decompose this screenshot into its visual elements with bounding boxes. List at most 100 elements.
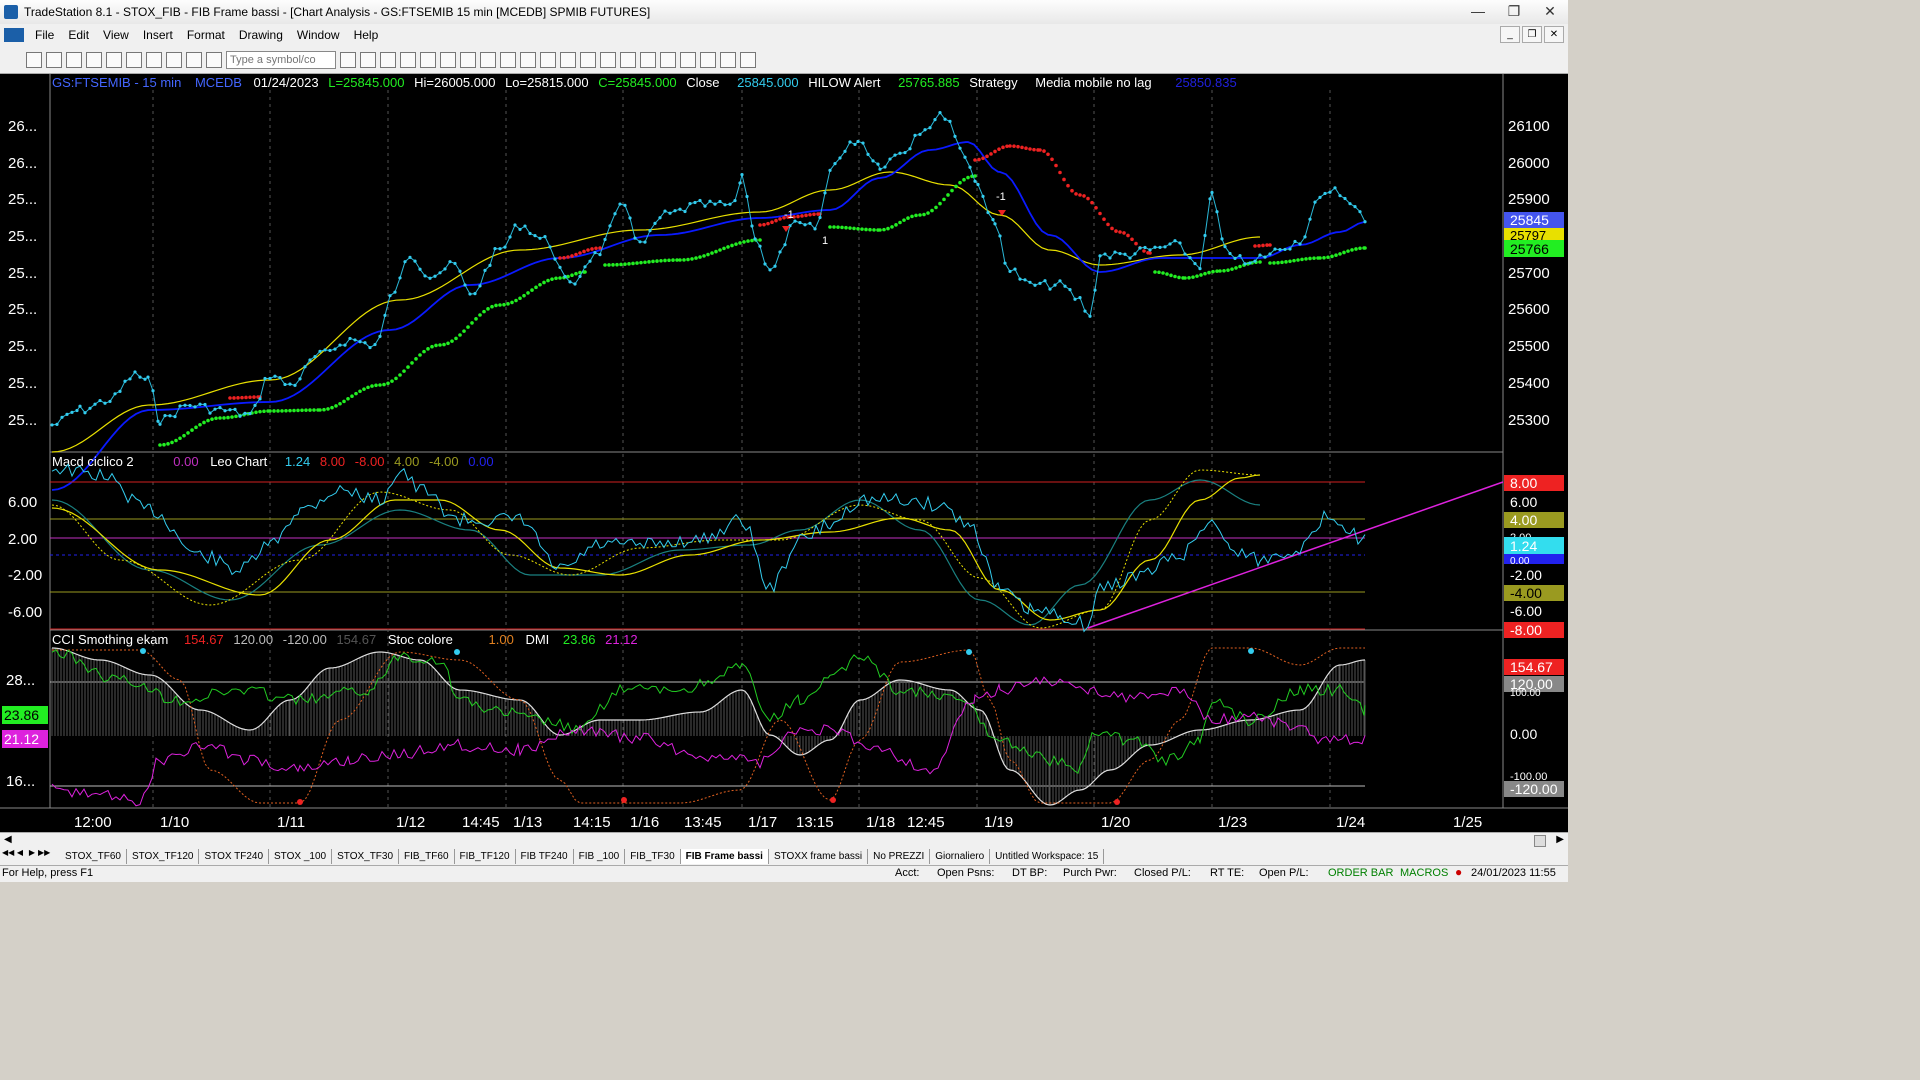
hilow-dot	[1082, 194, 1086, 198]
link-icon[interactable]	[206, 51, 222, 68]
menu-help[interactable]: Help	[347, 28, 386, 42]
fibonacci-icon[interactable]	[620, 51, 636, 68]
cci-tag-f: -120.00	[1510, 781, 1558, 797]
tab-stoxx-frame-bassi[interactable]: STOXX frame bassi	[769, 849, 869, 864]
price-dot	[378, 334, 382, 338]
chart-analysis-window[interactable]: GS:FTSEMIB - 15 min MCEDB 01/24/2023 L=2…	[0, 74, 1568, 832]
pointer-icon[interactable]	[540, 51, 556, 68]
mdi-close-button[interactable]: ✕	[1544, 26, 1564, 43]
maximize-button[interactable]: ❐	[1496, 0, 1532, 22]
price-dot	[813, 227, 817, 231]
rectangle-icon[interactable]	[720, 51, 736, 68]
tab-fib-tf30[interactable]: FIB_TF30	[625, 849, 681, 864]
scroll-thumb[interactable]	[1534, 835, 1546, 847]
horizontal-line-icon[interactable]	[600, 51, 616, 68]
price-dot	[243, 411, 247, 415]
hilow-dot	[1304, 257, 1308, 261]
menu-format[interactable]: Format	[180, 28, 232, 42]
menu-view[interactable]: View	[96, 28, 136, 42]
text-icon[interactable]	[740, 51, 756, 68]
news-icon[interactable]	[460, 51, 476, 68]
zoom-in-icon[interactable]	[500, 51, 516, 68]
menu-edit[interactable]: Edit	[61, 28, 96, 42]
symbol-input[interactable]	[226, 50, 336, 69]
tab-stox-tf240[interactable]: STOX TF240	[199, 849, 270, 864]
leo-red-value: 8.00	[320, 454, 345, 469]
price-dot	[918, 132, 922, 137]
tab-stox-tf120[interactable]: STOX_TF120	[127, 849, 200, 864]
status-order-bar[interactable]: ORDER BAR	[1328, 867, 1393, 879]
tab-fib-100[interactable]: FIB _100	[574, 849, 626, 864]
menu-file[interactable]: File	[28, 28, 61, 42]
new-icon[interactable]	[26, 51, 42, 68]
crosshair-icon[interactable]	[560, 51, 576, 68]
price-dot	[503, 245, 507, 249]
tab-prev-icon[interactable]: ◀	[14, 848, 26, 857]
arrow-down-icon[interactable]	[680, 51, 696, 68]
hilow-dot	[623, 262, 627, 266]
hilow-dot	[502, 302, 506, 307]
paste-icon[interactable]	[106, 51, 122, 68]
format-icon[interactable]	[186, 51, 202, 68]
symbol-lookup-icon[interactable]	[360, 51, 376, 68]
close-button[interactable]: ✕	[1532, 0, 1568, 22]
scroll-right-icon[interactable]: ▶	[1556, 834, 1564, 845]
preview-icon[interactable]	[146, 51, 162, 68]
save-icon[interactable]	[66, 51, 82, 68]
horizontal-scrollbar[interactable]: ◀ ▶	[0, 832, 1568, 848]
radar-icon[interactable]	[400, 51, 416, 68]
tab-giornaliero[interactable]: Giornaliero	[930, 849, 991, 864]
price-dot	[60, 415, 64, 419]
price-dot	[173, 415, 177, 419]
tab-fib-tf240[interactable]: FIB TF240	[516, 849, 574, 864]
hilow-dot	[390, 379, 394, 383]
svg-text:25600: 25600	[1508, 301, 1550, 318]
tab-fib-frame-bassi[interactable]: FIB Frame bassi	[680, 849, 769, 864]
tab-stox-tf30[interactable]: STOX_TF30	[332, 849, 400, 864]
hilow-dot	[1350, 248, 1354, 252]
mdi-restore-button[interactable]: ❐	[1522, 26, 1542, 43]
last-price-tag: 25845	[1510, 212, 1549, 228]
lock-icon[interactable]	[166, 51, 182, 68]
scanner-icon[interactable]	[440, 51, 456, 68]
channel-icon[interactable]	[640, 51, 656, 68]
tab-first-icon[interactable]: ◀◀	[2, 848, 14, 857]
mdi-minimize-button[interactable]: _	[1500, 26, 1520, 43]
zoom-out-icon[interactable]	[520, 51, 536, 68]
menu-drawing[interactable]: Drawing	[232, 28, 290, 42]
trendline-icon[interactable]	[580, 51, 596, 68]
tab-untitled-workspace[interactable]: Untitled Workspace: 15	[990, 849, 1105, 864]
chart-canvas[interactable]: GS:FTSEMIB - 15 min MCEDB 01/24/2023 L=2…	[0, 74, 1568, 832]
price-dot	[1328, 190, 1332, 194]
hilow-dot	[694, 256, 698, 260]
tab-last-icon[interactable]: ▶▶	[38, 848, 50, 857]
price-dot	[1183, 252, 1187, 256]
price-dot	[673, 209, 677, 213]
menu-window[interactable]: Window	[290, 28, 347, 42]
menu-app-icon[interactable]	[4, 28, 24, 42]
tab-fib-tf120[interactable]: FIB_TF120	[455, 849, 516, 864]
menu-insert[interactable]: Insert	[136, 28, 180, 42]
hilow-dot	[518, 296, 522, 301]
tab-stox-tf60[interactable]: STOX_TF60	[60, 849, 127, 864]
orderbar-icon[interactable]	[480, 51, 496, 68]
scroll-left-icon[interactable]: ◀	[4, 834, 12, 845]
copy-icon[interactable]	[86, 51, 102, 68]
tab-no-prezzi[interactable]: No PREZZI	[868, 849, 931, 864]
hilow-dot	[1066, 183, 1070, 188]
minimize-button[interactable]: —	[1460, 0, 1496, 22]
tab-fib-tf60[interactable]: FIB_TF60	[399, 849, 455, 864]
hilow-value: 25765.885	[898, 75, 959, 90]
open-icon[interactable]	[46, 51, 62, 68]
play-icon[interactable]	[340, 51, 356, 68]
ellipse-icon[interactable]	[700, 51, 716, 68]
status-macros[interactable]: MACROS	[1400, 867, 1448, 879]
print-icon[interactable]	[126, 51, 142, 68]
matrix-icon[interactable]	[420, 51, 436, 68]
tab-next-icon[interactable]: ▶	[26, 848, 38, 857]
macd-tag-m8: -8.00	[1510, 622, 1542, 638]
tab-stox-100[interactable]: STOX _100	[269, 849, 333, 864]
hilow-dot	[462, 329, 466, 333]
arrow-up-icon[interactable]	[660, 51, 676, 68]
chart-icon[interactable]	[380, 51, 396, 68]
